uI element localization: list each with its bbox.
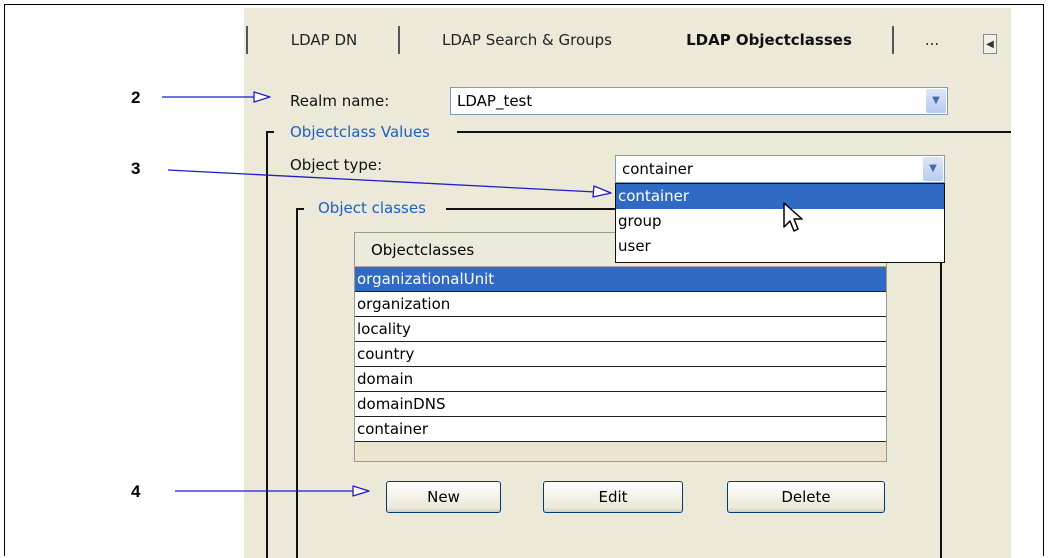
- callout-arrows: [162, 91, 612, 497]
